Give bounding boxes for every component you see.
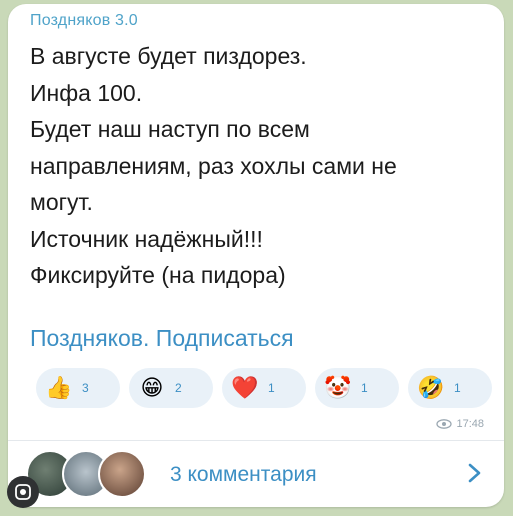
reaction-clown[interactable]: 🤡 1 [315, 368, 399, 408]
reaction-count: 3 [82, 381, 89, 395]
message-line: Источник надёжный!!! [30, 225, 263, 252]
message-line: Будет наш наступ по всем [30, 116, 310, 142]
reaction-count: 1 [361, 381, 368, 395]
lens-badge-icon[interactable] [7, 476, 39, 508]
message-line: В августе будет пиздорез. [30, 43, 307, 69]
comments-label: 3 комментария [170, 463, 317, 486]
reaction-count: 1 [454, 381, 461, 395]
reaction-count: 1 [268, 381, 275, 395]
message-line: могут. [30, 189, 93, 215]
chevron-right-icon [468, 463, 481, 483]
reactions-bar: 👍 3 😁 2 ❤️ 1 🤡 1 🤣 1 [36, 368, 496, 412]
clown-icon: 🤡 [324, 375, 352, 400]
comments-button[interactable]: 3 комментария [8, 441, 504, 507]
grin-icon: 😁 [140, 375, 164, 400]
subscribe-link[interactable]: Поздняков. Подписаться [30, 325, 294, 352]
message-line: направлениям, раз хохлы сами не [30, 152, 397, 179]
avatar [98, 450, 146, 498]
message-time: 17:48 [456, 418, 484, 430]
reaction-rofl[interactable]: 🤣 1 [408, 368, 492, 408]
commenter-avatars [26, 450, 151, 500]
message-line: Фиксируйте (на пидора) [30, 262, 286, 288]
heart-icon: ❤️ [231, 375, 259, 400]
reaction-thumbs-up[interactable]: 👍 3 [36, 368, 120, 408]
lens-icon [15, 484, 31, 500]
eye-icon [436, 419, 453, 429]
reaction-heart[interactable]: ❤️ 1 [222, 368, 306, 408]
channel-name[interactable]: Поздняков 3.0 [30, 12, 138, 30]
reaction-grin[interactable]: 😁 2 [129, 368, 213, 408]
thumbs-up-icon: 👍 [45, 375, 73, 400]
rofl-icon: 🤣 [417, 375, 445, 400]
reaction-count: 2 [175, 381, 182, 395]
message-bubble: Поздняков 3.0 В августе будет пиздорез. … [8, 4, 504, 507]
message-meta: 17:48 [436, 418, 484, 430]
message-line: Инфа 100. [30, 79, 143, 106]
message-text: В августе будет пиздорез. Инфа 100. Буде… [30, 38, 490, 294]
